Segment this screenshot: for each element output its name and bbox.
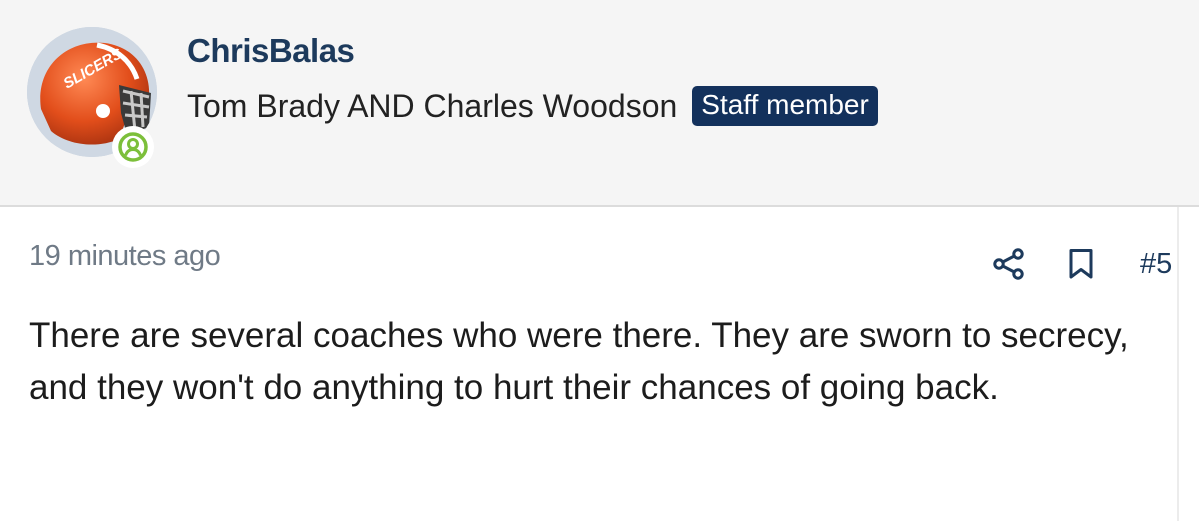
online-status-badge (112, 126, 154, 168)
post-divider (1177, 207, 1179, 521)
post-actions: #5 (990, 244, 1172, 284)
forum-post: SLICERS ChrisBalas Tom Brady AND Charles… (0, 0, 1199, 521)
online-user-icon (118, 132, 148, 162)
share-button[interactable] (990, 245, 1028, 283)
username[interactable]: ChrisBalas (187, 32, 355, 70)
bookmark-button[interactable] (1062, 245, 1100, 283)
user-title-row: Tom Brady AND Charles Woodson Staff memb… (187, 86, 878, 126)
user-title: Tom Brady AND Charles Woodson (187, 87, 678, 124)
bookmark-icon (1069, 249, 1093, 279)
post-number-link[interactable]: #5 (1140, 248, 1172, 281)
share-icon (993, 248, 1024, 280)
post-timestamp[interactable]: 19 minutes ago (29, 240, 221, 273)
user-header: SLICERS ChrisBalas Tom Brady AND Charles… (0, 0, 1199, 207)
post-message: There are several coaches who were there… (29, 316, 1129, 407)
staff-badge: Staff member (692, 86, 878, 126)
